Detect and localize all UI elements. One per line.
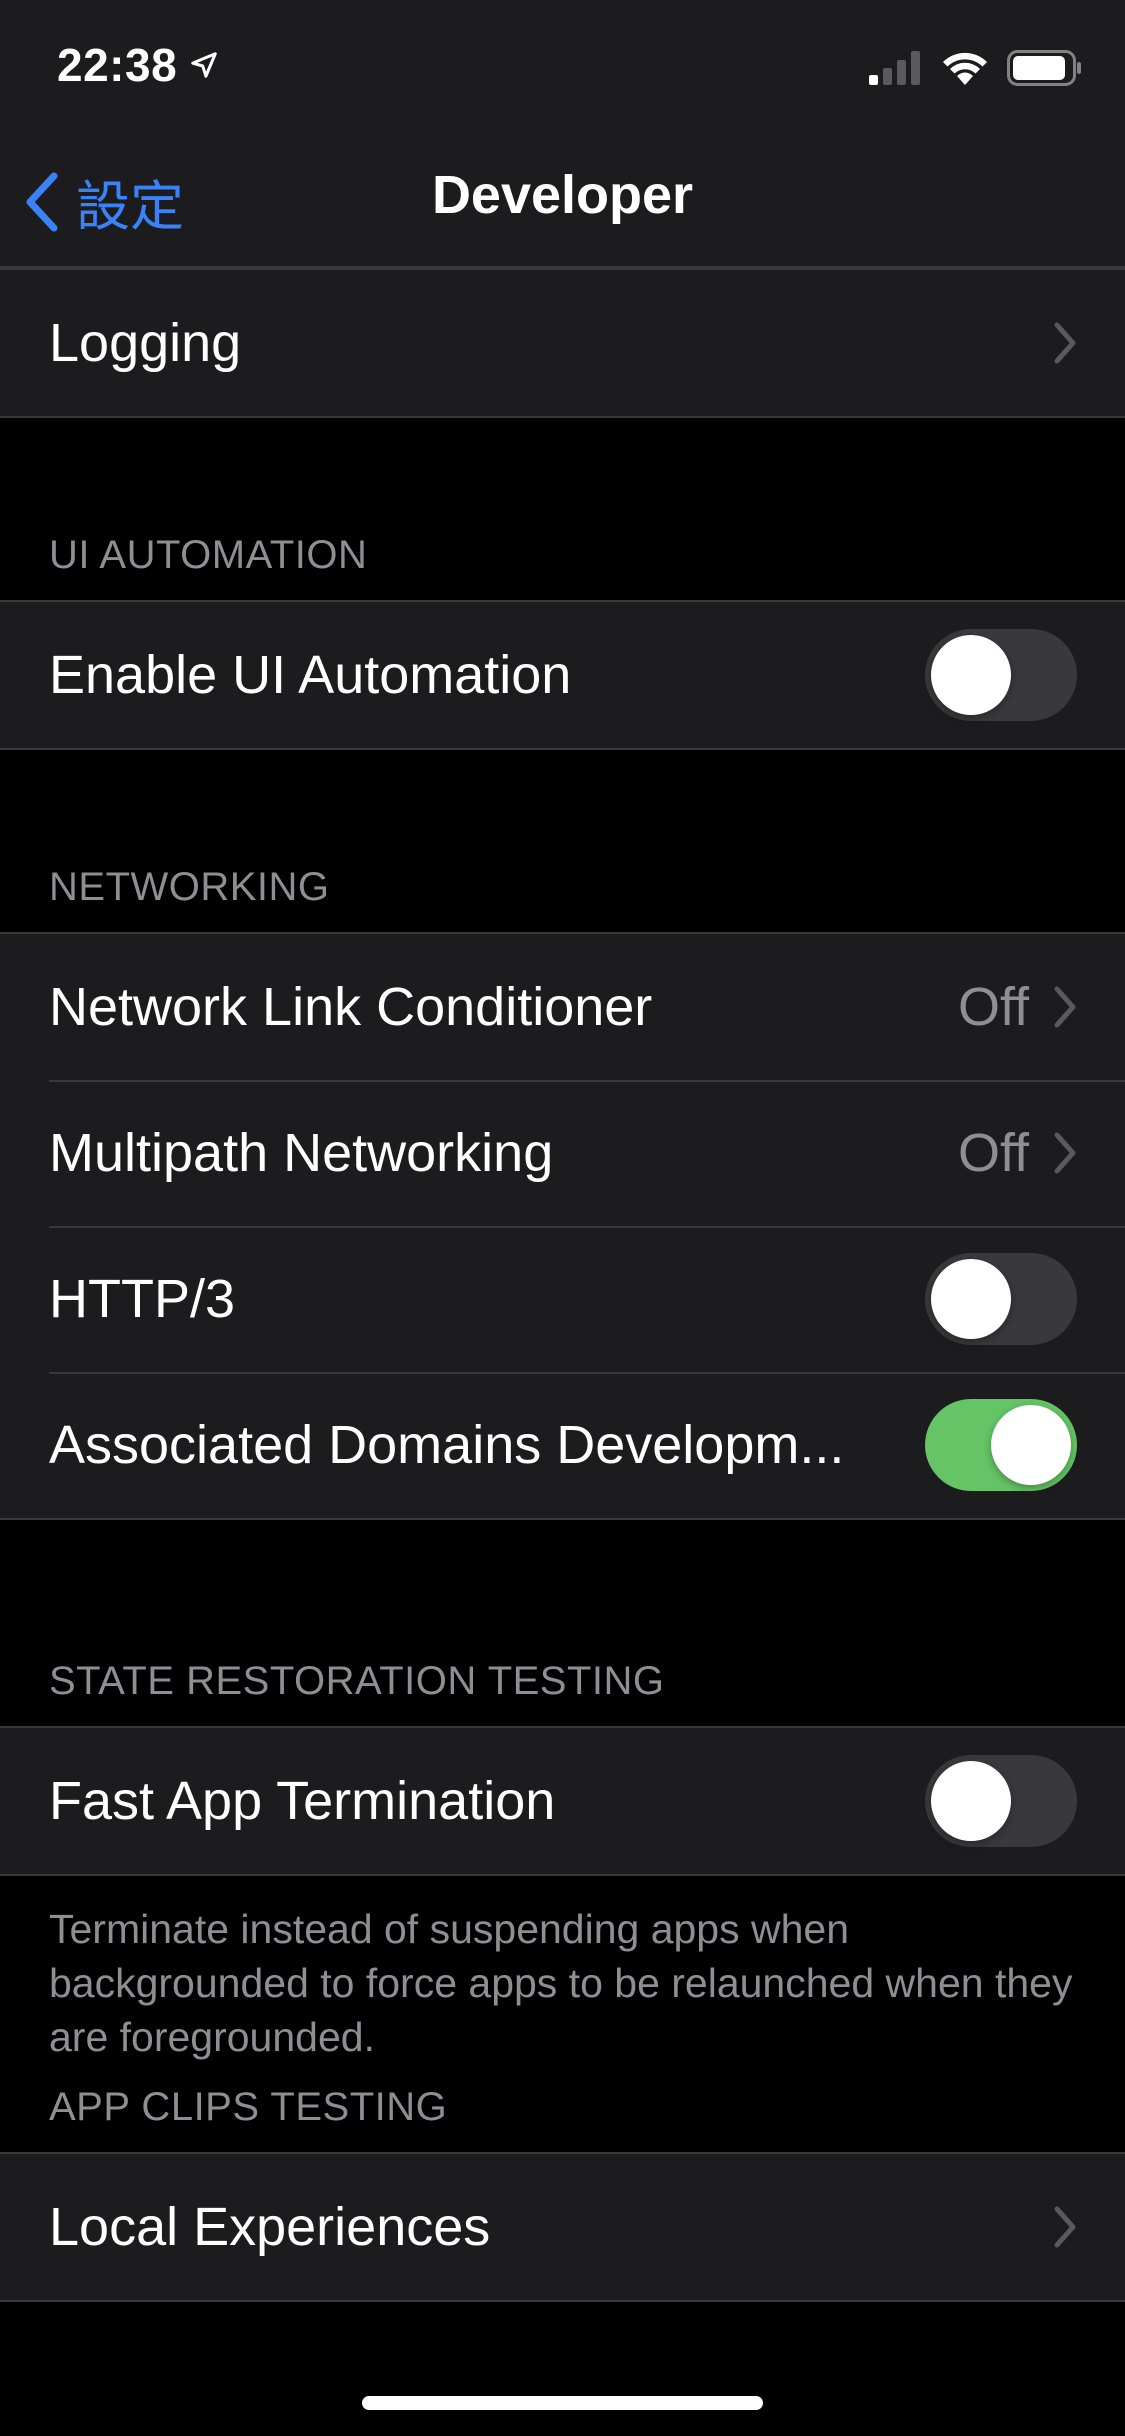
network-link-conditioner-row[interactable]: Network Link Conditioner Off xyxy=(0,934,1125,1080)
enable-ui-automation-row: Enable UI Automation xyxy=(0,602,1125,748)
toggle-knob xyxy=(931,635,1011,715)
local-experiences-label: Local Experiences xyxy=(49,2197,491,2257)
logging-group: Logging xyxy=(0,268,1125,418)
location-arrow-icon xyxy=(191,52,217,78)
page-title: Developer xyxy=(431,165,694,225)
multipath-networking-row[interactable]: Multipath Networking Off xyxy=(0,1080,1125,1226)
network-link-conditioner-value: Off xyxy=(957,977,1029,1037)
networking-group: Network Link Conditioner Off Multipath N… xyxy=(0,932,1125,1520)
chevron-right-icon xyxy=(1054,986,1076,1028)
associated-domains-label: Associated Domains Developm... xyxy=(49,1415,845,1475)
enable-ui-automation-toggle[interactable] xyxy=(925,629,1077,721)
status-icons xyxy=(869,50,1083,86)
multipath-networking-label: Multipath Networking xyxy=(49,1123,554,1183)
battery-icon xyxy=(1007,50,1081,86)
section-header-networking: NETWORKING xyxy=(49,865,330,909)
chevron-right-icon xyxy=(1054,322,1076,364)
section-header-ui-automation: UI AUTOMATION xyxy=(49,533,368,577)
settings-list: Logging UI AUTOMATION Enable UI Automati… xyxy=(0,268,1125,2302)
network-link-conditioner-label: Network Link Conditioner xyxy=(49,977,653,1037)
app-clips-group: Local Experiences xyxy=(0,2152,1125,2302)
toggle-knob xyxy=(931,1761,1011,1841)
ui-automation-group: Enable UI Automation xyxy=(0,600,1125,750)
chevron-right-icon xyxy=(1054,2206,1076,2248)
toggle-knob xyxy=(931,1259,1011,1339)
local-experiences-row[interactable]: Local Experiences xyxy=(0,2154,1125,2300)
logging-label: Logging xyxy=(49,313,242,373)
state-restoration-group: Fast App Termination xyxy=(0,1726,1125,1876)
http3-row: HTTP/3 xyxy=(0,1226,1125,1372)
logging-row[interactable]: Logging xyxy=(0,270,1125,416)
fast-app-termination-row: Fast App Termination xyxy=(0,1728,1125,1874)
wifi-icon xyxy=(943,52,987,85)
toggle-knob xyxy=(991,1405,1071,1485)
associated-domains-toggle[interactable] xyxy=(925,1399,1077,1491)
fast-app-termination-label: Fast App Termination xyxy=(49,1771,556,1831)
section-header-app-clips: APP CLIPS TESTING xyxy=(49,2085,448,2129)
chevron-right-icon xyxy=(1054,1132,1076,1174)
status-bar: 22:38 xyxy=(0,0,1125,132)
associated-domains-row: Associated Domains Developm... xyxy=(0,1372,1125,1518)
fast-app-termination-footer: Terminate instead of suspending apps whe… xyxy=(49,1906,1073,2060)
enable-ui-automation-label: Enable UI Automation xyxy=(49,645,572,705)
multipath-networking-value: Off xyxy=(957,1123,1029,1183)
fast-app-termination-toggle[interactable] xyxy=(925,1755,1077,1847)
status-time-group: 22:38 xyxy=(57,38,219,92)
navigation-bar: 設定 Developer xyxy=(0,132,1125,268)
cellular-signal-icon xyxy=(869,51,920,85)
section-header-state-restoration: STATE RESTORATION TESTING xyxy=(49,1659,665,1703)
home-indicator[interactable] xyxy=(362,2396,763,2410)
http3-toggle[interactable] xyxy=(925,1253,1077,1345)
screen: 22:38 設定 Developer Logging UI AUTOMATION… xyxy=(0,0,1125,2436)
status-time: 22:38 xyxy=(57,39,178,91)
http3-label: HTTP/3 xyxy=(49,1269,236,1329)
